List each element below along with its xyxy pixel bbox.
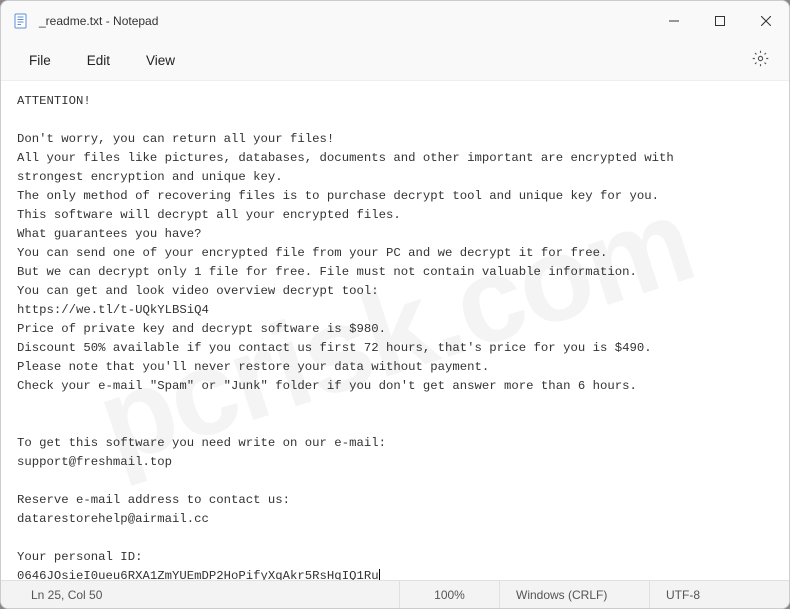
minimize-button[interactable]	[651, 1, 697, 41]
status-zoom[interactable]: 100%	[399, 581, 499, 608]
menubar: File Edit View	[1, 41, 789, 81]
close-button[interactable]	[743, 1, 789, 41]
document-body: ATTENTION! Don't worry, you can return a…	[17, 94, 674, 580]
status-position: Ln 25, Col 50	[1, 581, 181, 608]
notepad-window: _readme.txt - Notepad File Edit View pcr…	[0, 0, 790, 609]
gear-icon	[752, 50, 769, 67]
maximize-button[interactable]	[697, 1, 743, 41]
text-area[interactable]: pcrisk.com ATTENTION! Don't worry, you c…	[1, 81, 789, 580]
statusbar: Ln 25, Col 50 100% Windows (CRLF) UTF-8	[1, 580, 789, 608]
menu-file[interactable]: File	[11, 47, 69, 74]
status-encoding: UTF-8	[649, 581, 789, 608]
settings-button[interactable]	[742, 44, 779, 78]
menu-edit[interactable]: Edit	[69, 47, 128, 74]
window-title: _readme.txt - Notepad	[39, 14, 158, 28]
notepad-icon	[13, 13, 29, 29]
status-line-ending: Windows (CRLF)	[499, 581, 649, 608]
window-controls	[651, 1, 789, 41]
titlebar: _readme.txt - Notepad	[1, 1, 789, 41]
menu-view[interactable]: View	[128, 47, 193, 74]
